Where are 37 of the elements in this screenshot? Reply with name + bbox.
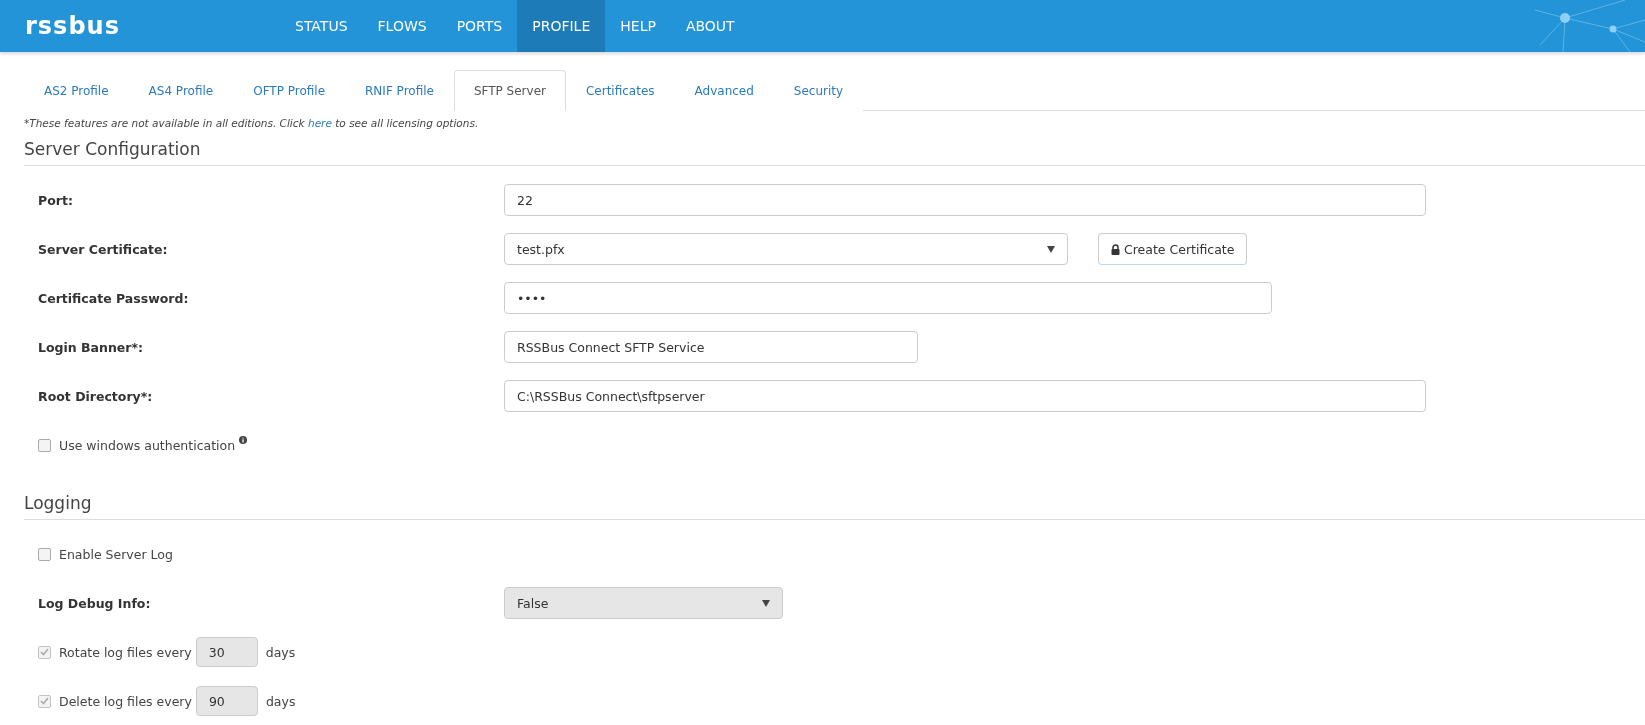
input-field[interactable]: C:\RSSBus Connect\sftpserver [504,380,1426,412]
field-label: Port: [38,192,74,208]
checkbox[interactable] [38,547,51,561]
unit-label: days [265,644,296,660]
check-icon [40,697,49,705]
checkbox-label: Rotate log files every [59,644,192,660]
checkbox-label: Enable Server Log [59,546,173,562]
checkbox-label: Delete log files every [59,693,192,709]
field-label: Log Debug Info: [38,595,152,611]
lock-icon [1111,243,1120,255]
nav-item[interactable]: ABOUT [670,0,750,52]
input-field[interactable]: RSSBus Connect SFTP Service [504,331,918,363]
nav-item[interactable]: PORTS [441,0,518,52]
input-field[interactable]: 22 [504,184,1426,216]
checkbox-label: Use windows authentication [59,437,236,453]
section-heading: Logging [24,483,1645,520]
logo: rssbus [24,11,121,42]
password-field[interactable]: •••• [504,282,1272,314]
check-icon [40,648,49,656]
nav-item[interactable]: STATUS [280,0,363,52]
notice-text: *These features are not available in all editions. Click here to see all licensing options. [24,117,480,129]
field-label: Certificate Password: [38,290,190,306]
caret-icon [1047,245,1055,253]
field-label: Root Directory*: [38,388,154,404]
unit-label: days [265,693,296,709]
nav-item[interactable]: HELP [605,0,671,52]
create-certificate-button[interactable]: Create Certificate [1098,233,1248,265]
here-link[interactable]: here [308,117,332,129]
checkbox[interactable] [38,438,51,452]
nav-item[interactable]: FLOWS [362,0,442,52]
field-label: Server Certificate: [38,241,169,257]
tab[interactable]: SFTP Server [453,70,566,111]
field-label: Login Banner*: [38,339,144,355]
section-heading: Server Configuration [24,129,1645,166]
caret-icon [762,599,770,607]
nav-item[interactable]: PROFILE [517,0,606,52]
select-field[interactable]: test.pfx [504,233,1068,265]
